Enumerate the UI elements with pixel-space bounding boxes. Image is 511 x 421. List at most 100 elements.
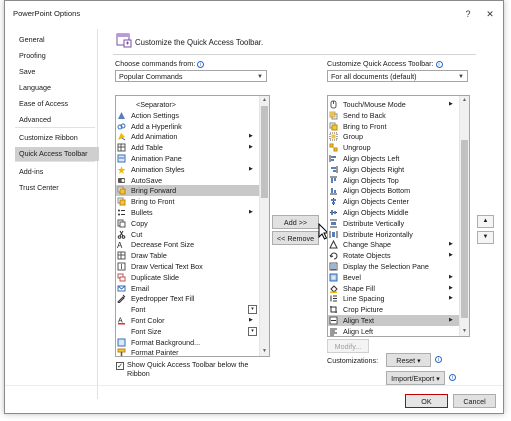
eyedropper-icon: [117, 295, 126, 304]
list-item[interactable]: Crop Picture: [328, 304, 459, 315]
sidebar-item-add-ins[interactable]: Add-ins: [15, 165, 99, 179]
list-item[interactable]: Distribute Vertically: [328, 218, 459, 229]
right-list-scrollbar[interactable]: ▲ ▼: [459, 96, 469, 336]
list-item[interactable]: Font Size ▾: [116, 326, 259, 337]
move-down-button[interactable]: ▼: [477, 231, 494, 244]
list-item[interactable]: Distribute Horizontally: [328, 229, 459, 240]
list-item-label: Align Objects Top: [343, 175, 399, 185]
page-header: Customize the Quick Access Toolbar.: [135, 38, 264, 47]
show-below-ribbon-checkbox[interactable]: ✓: [116, 362, 124, 370]
quick-access-toolbar-icon: [116, 33, 132, 48]
ok-button[interactable]: OK: [405, 394, 448, 408]
remove-button[interactable]: << Remove: [272, 231, 319, 245]
list-item[interactable]: Bring to Front: [116, 196, 259, 207]
chevron-down-icon: ▼: [458, 74, 464, 80]
list-item[interactable]: Align Objects Right: [328, 164, 459, 175]
list-item[interactable]: Add a Hyperlink: [116, 121, 259, 132]
list-item[interactable]: Eyedropper Text Fill: [116, 293, 259, 304]
list-item[interactable]: Email: [116, 283, 259, 294]
sidebar-item-general[interactable]: General: [15, 33, 99, 47]
modify-button[interactable]: Modify...: [327, 339, 369, 353]
sidebar-item-trust-center[interactable]: Trust Center: [15, 181, 99, 195]
list-item[interactable]: Ungroup: [328, 142, 459, 153]
list-item[interactable]: Copy: [116, 218, 259, 229]
info-icon: i: [449, 374, 456, 381]
available-commands-list[interactable]: Format Painter Format Background... Font S…: [115, 95, 270, 357]
list-item[interactable]: Line Spacing ▶: [328, 293, 459, 304]
list-item[interactable]: Add Animation ▶: [116, 131, 259, 142]
list-item[interactable]: Action Settings: [116, 110, 259, 121]
right-scroll-thumb[interactable]: [461, 140, 468, 318]
list-item-label: Touch/Mouse Mode: [343, 100, 406, 109]
scroll-up-icon[interactable]: ▲: [460, 96, 469, 105]
list-item[interactable]: Bring Forward: [116, 185, 259, 197]
list-item[interactable]: Change Shape ▶: [328, 239, 459, 250]
list-item[interactable]: Bevel ▶: [328, 272, 459, 283]
list-item[interactable]: Bullets ▶: [116, 207, 259, 218]
add-button[interactable]: Add >>: [272, 215, 319, 229]
list-item-label: Align Left: [343, 326, 373, 336]
info-icon: i: [435, 356, 442, 363]
cancel-button[interactable]: Cancel: [453, 394, 496, 408]
list-item[interactable]: Add Table ▶: [116, 142, 259, 153]
email-icon: [117, 285, 126, 292]
sidebar-item-quick-access-toolbar[interactable]: Quick Access Toolbar: [15, 147, 99, 161]
sidebar-item-customize-ribbon[interactable]: Customize Ribbon: [15, 131, 99, 145]
toolbar-commands-list[interactable]: Align Left Align Text ▶ Crop Picture Line Sp…: [327, 95, 470, 337]
submenu-arrow-icon: ▶: [449, 252, 453, 259]
sidebar-item-advanced[interactable]: Advanced: [15, 113, 99, 127]
list-item[interactable]: A Decrease Font Size: [116, 239, 259, 250]
scroll-down-icon[interactable]: ▼: [460, 327, 469, 336]
list-item[interactable]: Rotate Objects ▶: [328, 250, 459, 261]
sidebar-item-ease-of-access[interactable]: Ease of Access: [15, 97, 99, 111]
list-item[interactable]: Display the Selection Pane: [328, 261, 459, 272]
list-item-label: Bullets: [131, 208, 153, 217]
format-background-icon: [117, 338, 126, 347]
close-button[interactable]: ✕: [481, 6, 499, 22]
list-item[interactable]: Shape Fill ▶: [328, 283, 459, 294]
help-button[interactable]: ?: [459, 6, 477, 22]
scroll-up-icon[interactable]: ▲: [260, 96, 269, 105]
list-item[interactable]: Align Objects Top: [328, 175, 459, 186]
animation-icon: [118, 133, 126, 141]
import-export-button[interactable]: Import/Export ▾: [386, 371, 445, 385]
animation-pane-icon: [117, 154, 126, 163]
scroll-down-icon[interactable]: ▼: [260, 347, 269, 356]
list-item[interactable]: <Separator>: [116, 99, 259, 110]
action-settings-icon: [118, 111, 125, 119]
list-item[interactable]: Format Background...: [116, 337, 259, 348]
list-item[interactable]: Align Objects Left: [328, 153, 459, 164]
list-item[interactable]: Cut: [116, 229, 259, 240]
move-up-button[interactable]: ▲: [477, 215, 494, 228]
list-item[interactable]: Align Objects Middle: [328, 207, 459, 218]
list-item-label: Align Text: [343, 316, 375, 325]
list-item[interactable]: A Font Color ▶: [116, 315, 259, 326]
list-item[interactable]: Align Objects Center: [328, 196, 459, 207]
choose-commands-combo[interactable]: Popular Commands ▼: [115, 70, 267, 82]
list-item[interactable]: Touch/Mouse Mode ▶: [328, 99, 459, 110]
list-item[interactable]: Bring to Front: [328, 121, 459, 132]
list-item[interactable]: Draw Vertical Text Box: [116, 261, 259, 272]
left-list-scrollbar[interactable]: ▲ ▼: [259, 96, 269, 356]
reset-button[interactable]: Reset ▾: [386, 353, 431, 367]
list-item[interactable]: Font ▾: [116, 304, 259, 315]
customize-qat-combo[interactable]: For all documents (default) ▼: [327, 70, 468, 82]
list-item-label: Format Background...: [131, 337, 201, 347]
list-item[interactable]: Align Objects Bottom: [328, 185, 459, 196]
list-item[interactable]: Draw Table: [116, 250, 259, 261]
list-item[interactable]: Format Painter: [116, 347, 259, 356]
sidebar-item-proofing[interactable]: Proofing: [15, 49, 99, 63]
list-item[interactable]: Duplicate Slide: [116, 272, 259, 283]
list-item[interactable]: Align Left: [328, 326, 459, 336]
left-scroll-thumb[interactable]: [261, 106, 268, 198]
list-item[interactable]: Send to Back: [328, 110, 459, 121]
sidebar-item-save[interactable]: Save: [15, 65, 99, 79]
align-text-left-icon: [330, 328, 337, 336]
list-item[interactable]: Animation Styles ▶: [116, 164, 259, 175]
sidebar-item-language[interactable]: Language: [15, 81, 99, 95]
distribute-vertical-icon: [330, 219, 337, 228]
list-item[interactable]: Align Text ▶: [328, 315, 459, 326]
list-item[interactable]: Animation Pane: [116, 153, 259, 164]
list-item[interactable]: Group: [328, 131, 459, 142]
list-item[interactable]: AutoSave: [116, 175, 259, 186]
